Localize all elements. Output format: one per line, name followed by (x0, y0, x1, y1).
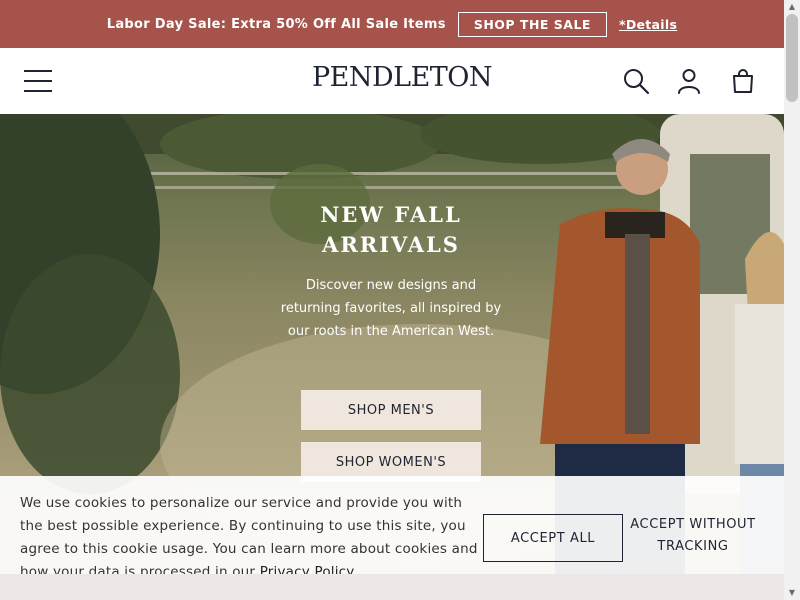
promo-bar: Labor Day Sale: Extra 50% Off All Sale I… (0, 0, 784, 48)
hero-description: Discover new designs and returning favor… (280, 278, 502, 339)
cookie-banner: We use cookies to personalize our servic… (0, 476, 784, 580)
page-bottom-strip (0, 574, 784, 600)
shop-mens-button[interactable]: SHOP MEN'S (301, 390, 481, 430)
hero-title: NEW FALL ARRIVALS (320, 202, 462, 257)
cookie-text-container: We use cookies to personalize our servic… (20, 492, 478, 584)
scrollbar-thumb[interactable] (786, 14, 798, 102)
search-icon[interactable] (622, 67, 650, 95)
promo-details-link[interactable]: *Details (619, 17, 677, 32)
page-scrollbar[interactable]: ▲ ▼ (784, 0, 800, 600)
promo-text: Labor Day Sale: Extra 50% Off All Sale I… (106, 16, 446, 32)
site-header: PENDLETON (0, 48, 784, 114)
scroll-down-arrow-icon[interactable]: ▼ (784, 586, 800, 600)
shop-the-sale-button[interactable]: SHOP THE SALE (457, 11, 607, 37)
site-logo[interactable]: PENDLETON (312, 62, 493, 93)
scroll-up-arrow-icon[interactable]: ▲ (784, 0, 800, 14)
cookie-message: We use cookies to personalize our servic… (20, 495, 478, 580)
hero-content: NEW FALL ARRIVALS Discover new designs a… (280, 200, 502, 482)
accept-all-button[interactable]: ACCEPT ALL (483, 514, 623, 562)
shopping-bag-icon[interactable] (729, 67, 757, 95)
account-icon[interactable] (675, 67, 703, 95)
accept-without-tracking-button[interactable]: ACCEPT WITHOUT TRACKING (626, 514, 760, 558)
hamburger-menu-icon[interactable] (24, 70, 52, 92)
